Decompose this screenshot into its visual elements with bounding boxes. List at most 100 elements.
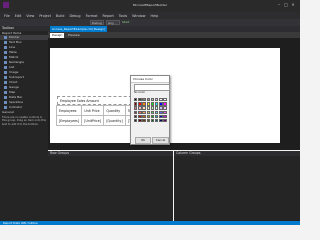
no-color-option[interactable]: No Color [134,91,145,94]
color-swatch[interactable] [150,106,155,110]
design-tab-strip [48,32,300,38]
table-header-cell[interactable]: Unit Price [81,105,105,116]
color-swatch[interactable] [142,106,146,110]
minimize-icon[interactable]: – [276,2,282,7]
color-swatch[interactable] [146,98,150,102]
cancel-button[interactable]: Cancel [152,137,169,144]
color-swatch[interactable] [146,102,150,106]
column-groups-panel: Column Groups [174,151,300,221]
color-swatch[interactable] [150,110,155,114]
color-swatch[interactable] [142,118,146,123]
color-swatch[interactable] [159,114,163,119]
list-icon [4,66,7,69]
table-cell[interactable]: [Employees] [55,115,83,126]
color-swatch[interactable] [163,118,167,123]
color-swatch[interactable] [163,102,167,106]
color-swatch[interactable] [138,118,142,123]
menu-debug[interactable]: Debug [69,14,80,18]
menu-format[interactable]: Format [86,14,98,18]
color-swatch[interactable] [150,102,155,106]
menu-build[interactable]: Build [56,14,65,18]
rectangle-icon [4,61,7,64]
toolbar [0,19,300,26]
report-table[interactable]: Employees Unit Price Quantity Total [Emp… [55,105,142,126]
color-swatch[interactable] [163,114,167,119]
color-swatch[interactable] [138,114,142,119]
tab-preview[interactable]: Preview [66,33,82,38]
choose-color-dialog: Choose Color No Color OK Cancel [130,75,170,145]
color-swatch[interactable] [154,110,159,114]
color-swatch[interactable] [150,118,155,123]
color-swatch[interactable] [163,106,167,110]
color-swatch[interactable] [163,110,167,114]
start-button[interactable]: Start [122,20,134,25]
table-header-cell[interactable]: Employees [55,105,83,116]
table-header-cell[interactable]: Quantity [103,105,126,116]
color-swatch[interactable] [134,110,138,114]
color-swatch[interactable] [142,98,146,102]
color-swatch[interactable] [138,98,142,102]
color-swatch[interactable] [142,114,146,119]
color-swatch[interactable] [138,110,142,114]
color-swatch-grid [134,98,168,123]
color-swatch[interactable] [138,102,142,106]
row-groups-title: Row Groups [48,151,173,156]
table-header-row: Employees Unit Price Quantity Total [55,105,142,116]
color-swatch[interactable] [163,98,167,102]
color-input[interactable] [134,84,170,91]
pointer-icon [4,36,7,39]
color-swatch[interactable] [142,102,146,106]
color-swatch[interactable] [154,114,159,119]
color-swatch[interactable] [154,106,159,110]
toolbox-panel: Toolbox Report Items Pointer Text Box Li… [0,26,48,222]
color-swatch[interactable] [159,110,163,114]
color-swatch[interactable] [154,98,159,102]
color-swatch[interactable] [146,114,150,119]
color-swatch[interactable] [159,106,163,110]
menu-help[interactable]: Help [151,14,159,18]
color-swatch[interactable] [134,98,138,102]
window-title: MicrosoftReportBuilder [132,3,168,7]
menu-view[interactable]: View [26,14,34,18]
menu-edit[interactable]: Edit [15,14,22,18]
color-swatch[interactable] [134,106,138,110]
dialog-title: Choose Color [131,76,169,83]
menu-report[interactable]: Report [103,14,114,18]
gauge-icon [4,86,7,89]
color-swatch[interactable] [150,98,155,102]
color-swatch[interactable] [159,102,163,106]
table-icon [4,51,7,54]
tab-design[interactable]: Design [50,33,65,38]
table-cell[interactable]: [UnitPrice] [81,115,105,126]
config-dropdown[interactable]: Debug [90,20,104,25]
databar-icon [4,96,7,99]
chart-icon [4,81,7,84]
menu-tools[interactable]: Tools [119,14,127,18]
menu-file[interactable]: File [4,14,10,18]
menu-window[interactable]: Window [132,14,145,18]
color-swatch[interactable] [159,118,163,123]
color-swatch[interactable] [154,102,159,106]
color-swatch[interactable] [150,114,155,119]
report-textbox[interactable]: Employee Sales Amount [57,96,137,105]
table-cell[interactable]: [Quantity] [103,115,126,126]
ok-button[interactable]: OK [135,137,151,144]
color-swatch[interactable] [134,114,138,119]
color-swatch[interactable] [142,110,146,114]
color-swatch[interactable] [134,118,138,123]
color-swatch[interactable] [146,118,150,123]
close-icon[interactable]: × [290,2,296,7]
color-swatch[interactable] [146,110,150,114]
color-swatch[interactable] [159,98,163,102]
textbox-icon [4,41,7,44]
toolbox-empty-text: There are no usable controls in this gro… [2,116,46,126]
color-swatch[interactable] [146,106,150,110]
map-icon [4,91,7,94]
color-swatch[interactable] [134,102,138,106]
maximize-icon[interactable]: □ [283,2,289,7]
platform-dropdown[interactable]: Any CPU [106,20,120,29]
menu-project[interactable]: Project [39,14,51,18]
color-swatch[interactable] [138,106,142,110]
matrix-icon [4,56,7,59]
color-swatch[interactable] [154,118,159,123]
